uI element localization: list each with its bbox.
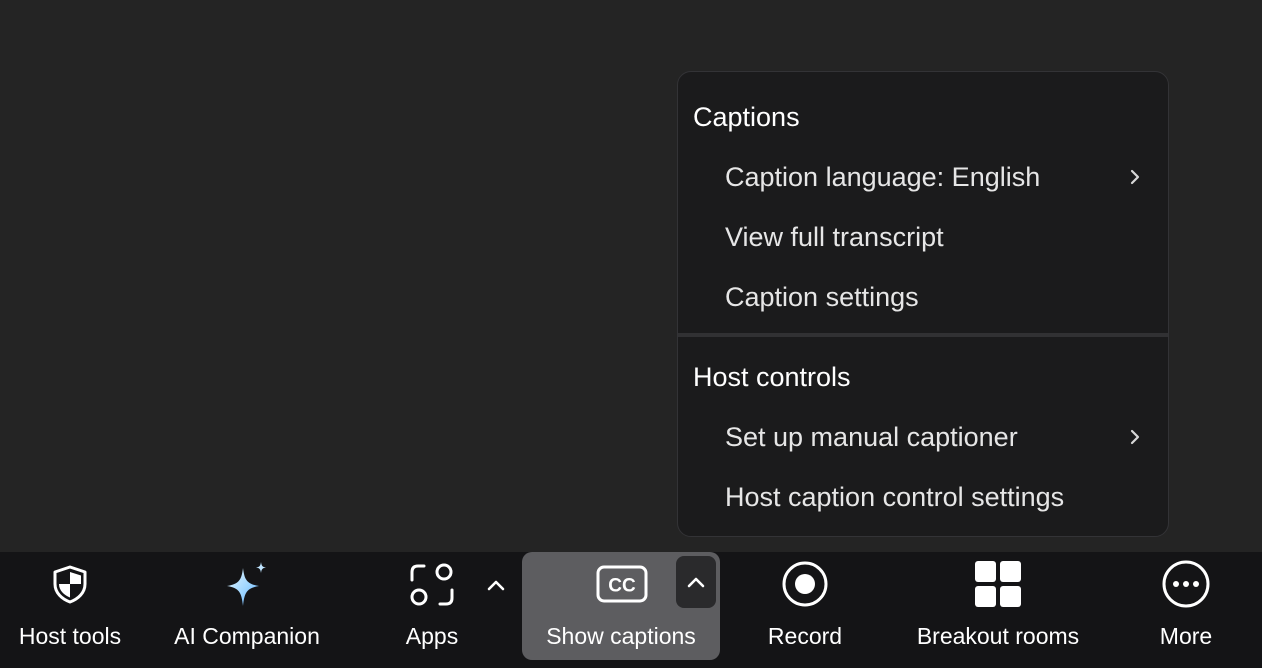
sparkle-icon [227,562,266,606]
more-icon [1162,560,1210,608]
more-button[interactable]: More [1136,552,1236,668]
host-tools-button[interactable]: Host tools [0,552,140,668]
ai-companion-label: AI Companion [174,623,320,649]
menu-item-label: Set up manual captioner [725,422,1018,452]
menu-item-label: Caption language: English [725,162,1041,192]
chevron-right-icon [1130,169,1140,185]
cc-icon-text: CC [608,576,636,597]
record-button[interactable]: Record [750,552,860,668]
chevron-up-icon [487,580,505,591]
host-tools-label: Host tools [18,623,122,649]
menu-item-host-caption-control-settings[interactable]: Host caption control settings [678,469,1168,525]
ai-companion-button[interactable]: AI Companion [160,552,334,668]
apps-icon [410,563,454,606]
menu-item-caption-language[interactable]: Caption language: English [678,149,1168,205]
menu-item-label: Host caption control settings [725,482,1065,512]
captions-options-button[interactable] [676,556,716,608]
grid-icon [975,561,1021,607]
cc-icon: CC [596,565,648,603]
host-controls-section: Host controls Set up manual captioner Ho… [678,337,1168,536]
menu-item-set-up-manual-captioner[interactable]: Set up manual captioner [678,409,1168,465]
meeting-toolbar: Host tools AI Companion Apps CC Show cap… [0,552,1262,668]
menu-item-label: View full transcript [725,222,944,252]
more-label: More [1159,623,1213,649]
show-captions-label: Show captions [546,623,696,649]
captions-section-header: Captions [693,102,800,132]
record-icon [782,561,828,607]
menu-item-caption-settings[interactable]: Caption settings [678,269,1168,325]
captions-menu: Captions Caption language: English View … [677,71,1169,537]
menu-item-view-full-transcript[interactable]: View full transcript [678,209,1168,265]
captions-section: Captions Caption language: English View … [678,72,1168,333]
chevron-right-icon [1130,429,1140,445]
menu-item-label: Caption settings [725,282,919,312]
apps-options-button[interactable] [480,567,512,603]
breakout-rooms-button[interactable]: Breakout rooms [898,552,1098,668]
chevron-up-icon [687,577,705,588]
apps-label: Apps [405,623,459,649]
shield-icon [53,565,87,604]
breakout-rooms-label: Breakout rooms [916,623,1080,649]
record-label: Record [767,623,843,649]
apps-button[interactable]: Apps [382,552,482,668]
host-controls-section-header: Host controls [693,362,851,392]
